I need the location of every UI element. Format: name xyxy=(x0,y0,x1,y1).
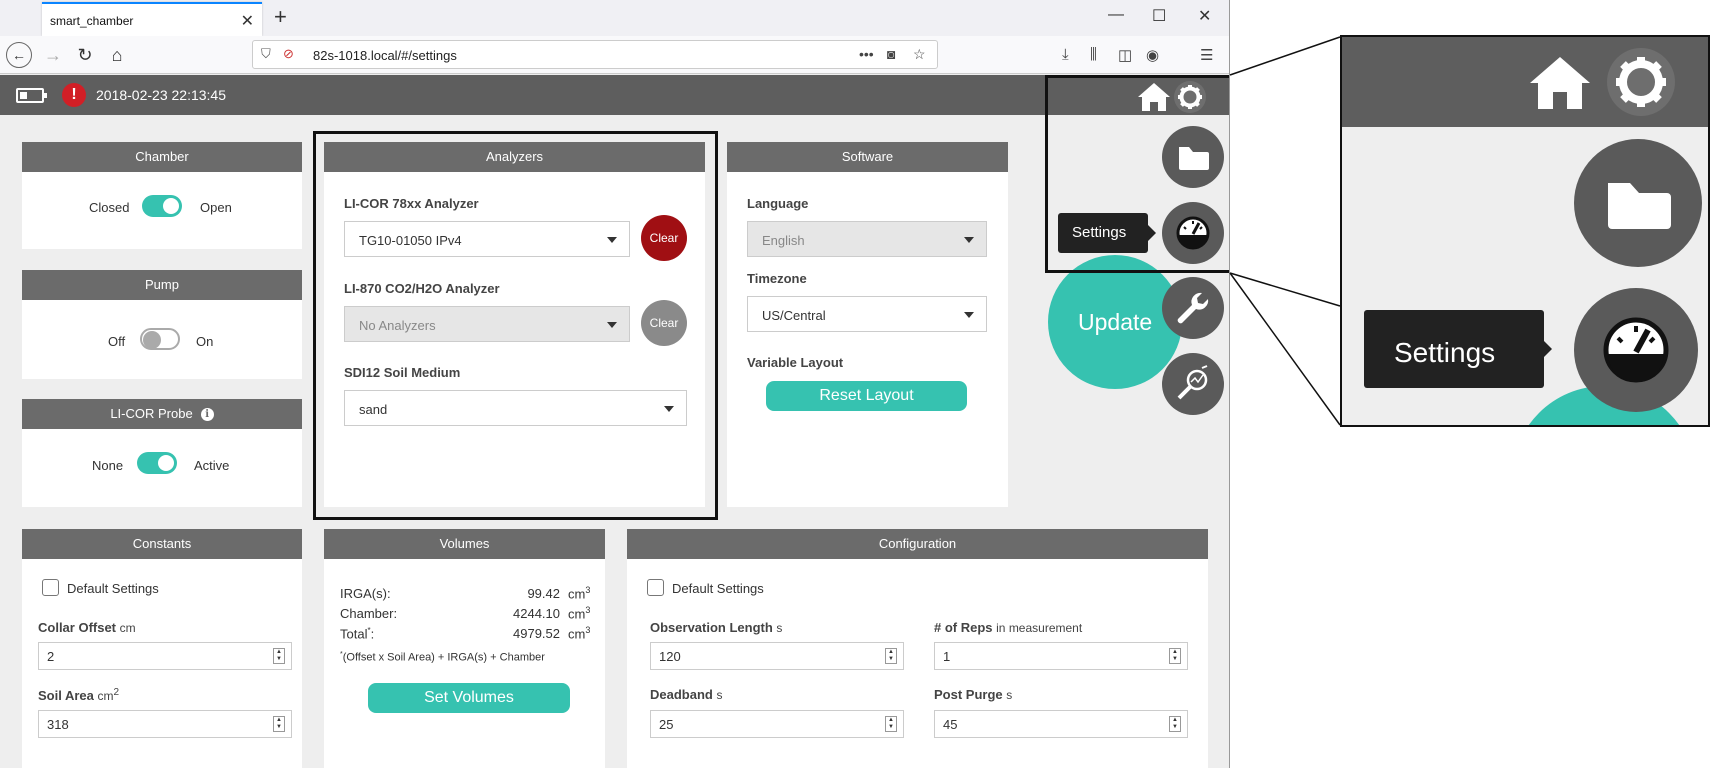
connector-line-corner xyxy=(1229,272,1341,426)
zoom-callout: Settings xyxy=(1340,35,1710,427)
connector-line-bottom xyxy=(1229,272,1341,307)
zoom-folder-icon xyxy=(1608,183,1671,229)
zoom-gauge-icon xyxy=(1603,317,1669,383)
connector-line-top xyxy=(1229,36,1341,76)
zoom-folder-button xyxy=(1574,139,1702,267)
zoom-tooltip-text: Settings xyxy=(1394,337,1496,368)
zoom-gauge-button xyxy=(1574,288,1698,412)
zoom-settings-tooltip: Settings xyxy=(1364,310,1552,388)
screenshot-stage: smart_chamber ✕ + — ☐ ✕ ← → ↻ ⌂ ⛉ ⊘ 82s-… xyxy=(0,0,1712,768)
zoom-gear-icon xyxy=(1607,48,1675,116)
zoom-home-icon xyxy=(1530,57,1590,109)
